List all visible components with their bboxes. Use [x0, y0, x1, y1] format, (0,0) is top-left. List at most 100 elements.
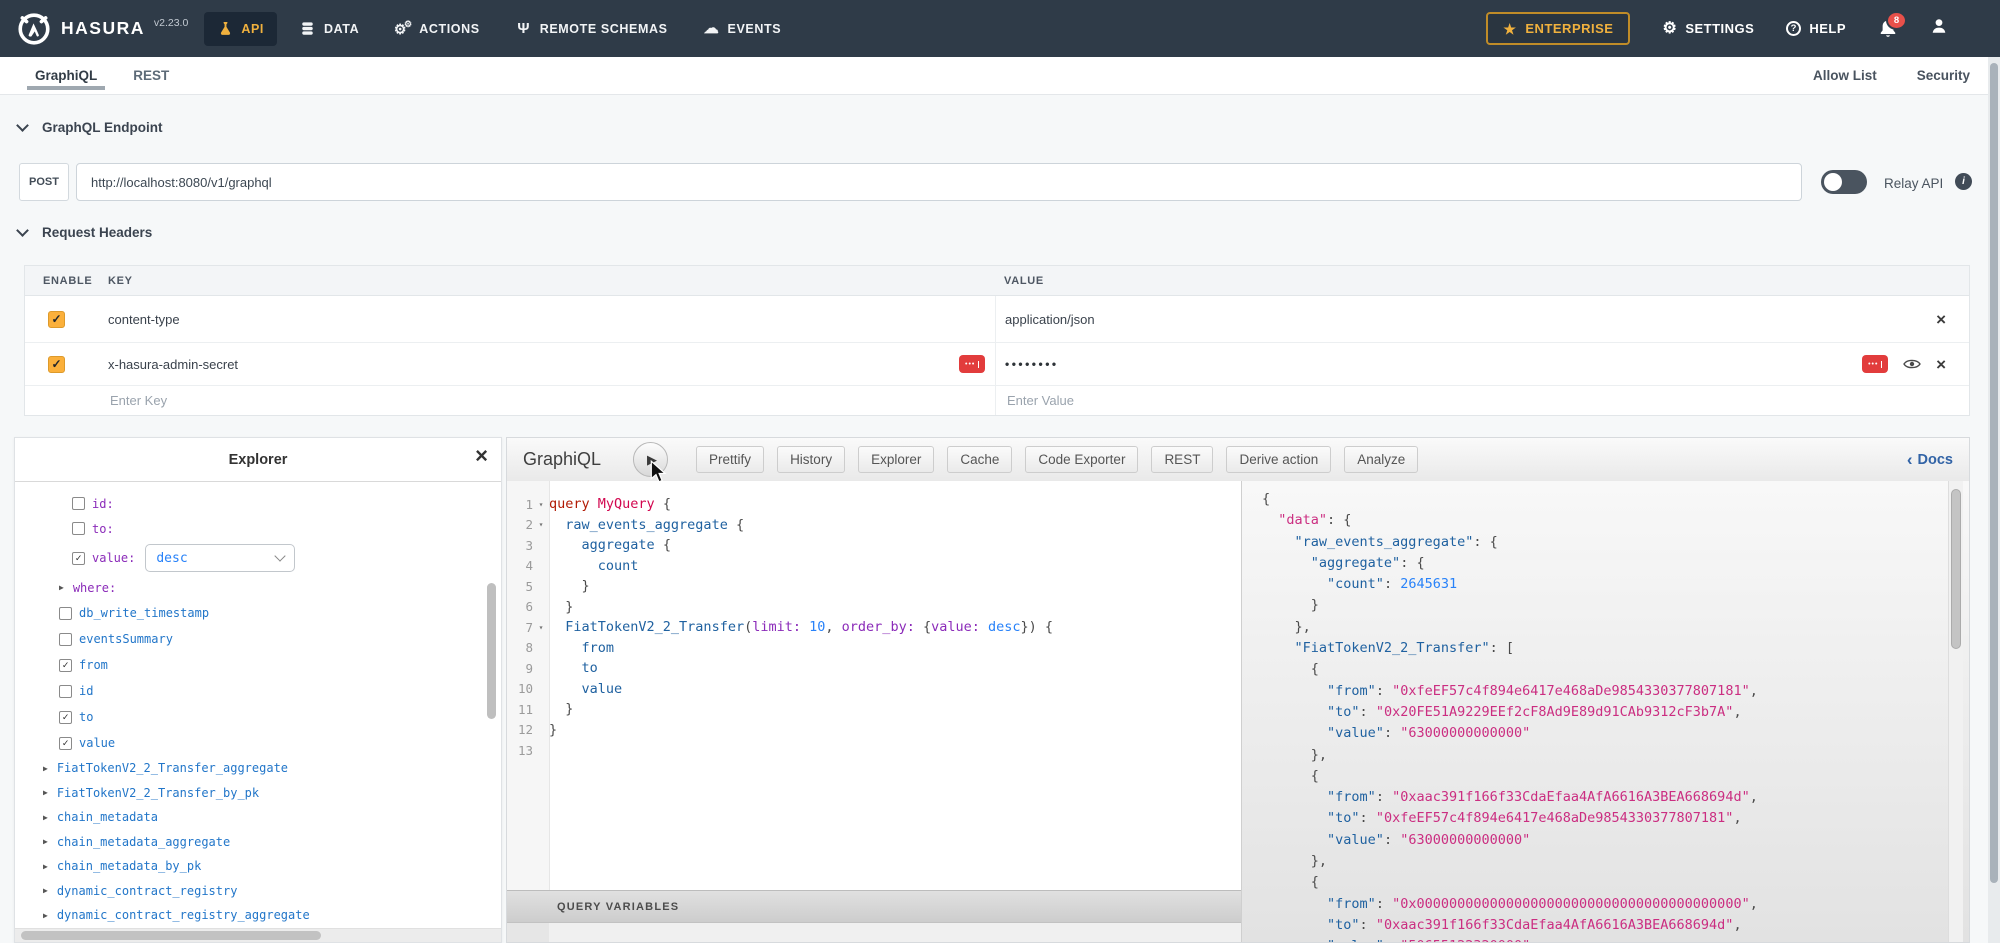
explorer-item-where[interactable]: ▶where:: [15, 575, 501, 600]
header-value[interactable]: •••••••• ••• ×: [995, 343, 1969, 385]
code-line[interactable]: 1▾query MyQuery {: [507, 494, 1241, 515]
request-headers-section-header[interactable]: Request Headers: [18, 225, 152, 240]
primary-nav: API DATA ⚙⚙ACTIONS ΨREMOTE SCHEMAS ☁EVENTS: [204, 0, 804, 57]
response-line: },: [1262, 745, 1758, 766]
line-number: 6: [507, 599, 533, 614]
toolbar-button-prettify[interactable]: Prettify: [696, 446, 764, 473]
explorer-item-fiattokenv2-2-transfer-aggregate[interactable]: ▶FiatTokenV2_2_Transfer_aggregate: [15, 756, 501, 781]
column-key: KEY: [95, 275, 995, 287]
relay-api-toggle[interactable]: [1821, 170, 1867, 194]
nav-item-events[interactable]: ☁EVENTS: [691, 12, 795, 46]
query-variables-editor[interactable]: [507, 923, 1241, 942]
code-line[interactable]: 13: [507, 740, 1241, 761]
checkbox[interactable]: ✓: [72, 552, 85, 565]
explorer-item-to[interactable]: to:: [15, 516, 501, 541]
sort-direction-select[interactable]: desc: [145, 544, 295, 572]
explorer-scrollbar[interactable]: [487, 583, 496, 719]
explorer-item-label: eventsSummary: [79, 632, 173, 646]
explorer-item-chain-metadata[interactable]: ▶chain_metadata: [15, 805, 501, 830]
code-line[interactable]: 4 count: [507, 556, 1241, 577]
secret-recording-icon[interactable]: •••: [1862, 355, 1888, 373]
code-line[interactable]: 2▾ raw_events_aggregate {: [507, 515, 1241, 536]
explorer-hscrollbar[interactable]: [21, 931, 321, 940]
tab-allow-list[interactable]: Allow List: [1813, 68, 1877, 83]
explorer-item-to[interactable]: ✓to: [15, 704, 501, 730]
secret-recording-icon[interactable]: •••: [959, 355, 985, 373]
explorer-item-label: FiatTokenV2_2_Transfer_by_pk: [57, 786, 259, 800]
code-line[interactable]: 11 }: [507, 699, 1241, 720]
header-value[interactable]: application/json ×: [995, 296, 1969, 342]
enterprise-button[interactable]: ★ ENTERPRISE: [1486, 12, 1630, 45]
page-scrollbar[interactable]: [1990, 63, 1998, 883]
graphql-endpoint-section-header[interactable]: GraphQL Endpoint: [18, 120, 163, 135]
user-menu-button[interactable]: [1930, 17, 1948, 40]
toolbar-button-analyze[interactable]: Analyze: [1344, 446, 1418, 473]
checkbox[interactable]: [59, 607, 72, 620]
checkbox[interactable]: [59, 633, 72, 646]
explorer-item-dynamic-contract-registry-aggregate[interactable]: ▶dynamic_contract_registry_aggregate: [15, 903, 501, 928]
explorer-item-dynamic-contract-registry[interactable]: ▶dynamic_contract_registry: [15, 879, 501, 904]
toolbar-button-rest[interactable]: REST: [1151, 446, 1213, 473]
code-line[interactable]: 6 }: [507, 597, 1241, 618]
settings-button[interactable]: ⚙ SETTINGS: [1662, 21, 1754, 37]
explorer-item-chain-metadata-by-pk[interactable]: ▶chain_metadata_by_pk: [15, 854, 501, 879]
version-label: v2.23.0: [154, 17, 188, 29]
query-editor[interactable]: 1▾query MyQuery {2▾ raw_events_aggregate…: [507, 481, 1241, 942]
explorer-item-value[interactable]: ✓value:desc: [15, 541, 501, 575]
explorer-item-chain-metadata-aggregate[interactable]: ▶chain_metadata_aggregate: [15, 830, 501, 855]
toolbar-button-derive-action[interactable]: Derive action: [1226, 446, 1331, 473]
code-line[interactable]: 5 }: [507, 576, 1241, 597]
code-line[interactable]: 12}: [507, 720, 1241, 741]
new-key-input[interactable]: [108, 392, 910, 409]
endpoint-url-input[interactable]: [76, 163, 1802, 201]
response-scrollbar[interactable]: [1951, 489, 1961, 649]
explorer-item-db-write-timestamp[interactable]: db_write_timestamp: [15, 600, 501, 626]
tab-security[interactable]: Security: [1917, 68, 1970, 83]
code-line[interactable]: 9 to: [507, 658, 1241, 679]
checkbox[interactable]: [72, 522, 85, 535]
code-line[interactable]: 10 value: [507, 679, 1241, 700]
nav-item-data[interactable]: DATA: [287, 12, 372, 46]
toolbar-button-cache[interactable]: Cache: [947, 446, 1012, 473]
explorer-item-fiattokenv2-2-transfer-by-pk[interactable]: ▶FiatTokenV2_2_Transfer_by_pk: [15, 781, 501, 806]
tab-rest[interactable]: REST: [131, 57, 171, 94]
query-variables-bar[interactable]: QUERY VARIABLES: [507, 890, 1241, 923]
remove-header-icon[interactable]: ×: [1936, 311, 1946, 328]
hasura-logo-icon[interactable]: [16, 11, 52, 47]
checkbox[interactable]: ✓: [59, 659, 72, 672]
reveal-value-eye-icon[interactable]: [1903, 358, 1921, 370]
nav-item-actions[interactable]: ⚙⚙ACTIONS: [382, 12, 492, 46]
code-line[interactable]: 7▾ FiatTokenV2_2_Transfer(limit: 10, ord…: [507, 617, 1241, 638]
close-icon[interactable]: ×: [475, 445, 488, 467]
checkbox[interactable]: [72, 497, 85, 510]
execute-query-button[interactable]: ▶: [633, 442, 668, 477]
help-button[interactable]: ? HELP: [1786, 21, 1846, 36]
notifications-button[interactable]: 8: [1878, 19, 1898, 39]
new-value-input[interactable]: [1005, 392, 1877, 409]
checkbox[interactable]: [59, 685, 72, 698]
explorer-item-value[interactable]: ✓value: [15, 730, 501, 756]
explorer-item-id[interactable]: id: [15, 678, 501, 704]
remove-header-icon[interactable]: ×: [1936, 356, 1946, 373]
toolbar-button-history[interactable]: History: [777, 446, 845, 473]
nav-item-api[interactable]: API: [204, 12, 277, 46]
checkbox[interactable]: ✓: [59, 737, 72, 750]
tab-graphiql[interactable]: GraphiQL: [33, 57, 99, 94]
nav-item-remote-schemas[interactable]: ΨREMOTE SCHEMAS: [503, 12, 681, 46]
tabs-right: Allow List Security: [1813, 57, 2000, 94]
docs-link[interactable]: ‹ Docs: [1907, 450, 1953, 470]
toolbar-button-explorer[interactable]: Explorer: [858, 446, 934, 473]
explorer-item-from[interactable]: ✓from: [15, 652, 501, 678]
code-line[interactable]: 8 from: [507, 638, 1241, 659]
checkbox[interactable]: ✓: [59, 711, 72, 724]
info-icon[interactable]: i: [1955, 173, 1972, 190]
code-line[interactable]: 3 aggregate {: [507, 535, 1241, 556]
explorer-item-id[interactable]: id:: [15, 491, 501, 516]
header-key[interactable]: content-type: [95, 296, 995, 342]
header-value-text: application/json: [1005, 312, 1095, 327]
toolbar-button-code-exporter[interactable]: Code Exporter: [1025, 446, 1138, 473]
enable-checkbox[interactable]: ✓: [48, 356, 65, 373]
enable-checkbox[interactable]: ✓: [48, 311, 65, 328]
header-key[interactable]: x-hasura-admin-secret •••: [95, 343, 995, 385]
explorer-item-eventssummary[interactable]: eventsSummary: [15, 626, 501, 652]
